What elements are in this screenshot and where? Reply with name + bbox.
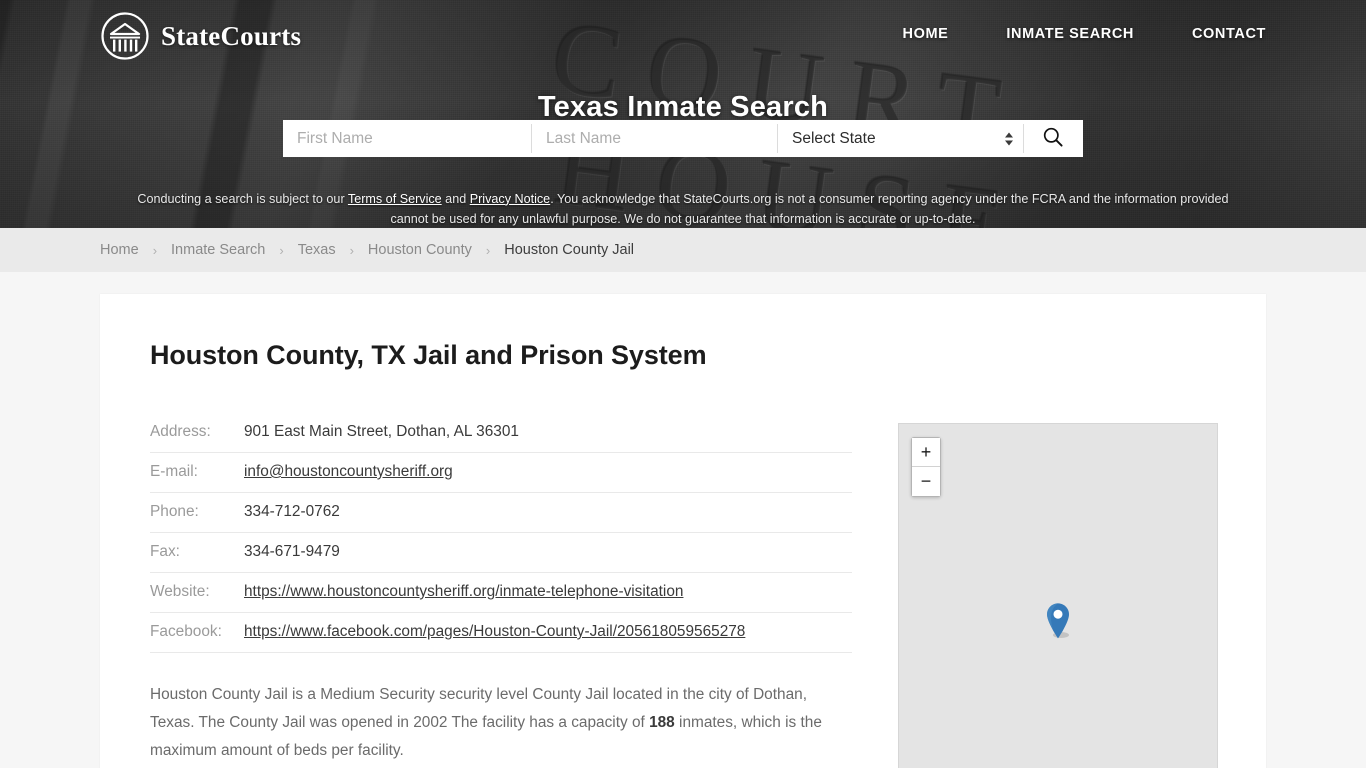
- website-link[interactable]: https://www.houstoncountysheriff.org/inm…: [244, 583, 683, 600]
- email-link[interactable]: info@houstoncountysheriff.org: [244, 463, 453, 480]
- detail-label-fax: Fax:: [150, 532, 244, 573]
- map-zoom-in-button[interactable]: +: [912, 438, 940, 467]
- table-row: Fax: 334-671-9479: [150, 532, 852, 573]
- nav-item-home[interactable]: HOME: [903, 26, 949, 42]
- detail-label-address: Address:: [150, 423, 244, 453]
- table-row: Facebook: https://www.facebook.com/pages…: [150, 612, 852, 653]
- breadcrumb-bar: Home › Inmate Search › Texas › Houston C…: [0, 228, 1366, 272]
- nav-item-inmate-search[interactable]: INMATE SEARCH: [1006, 26, 1134, 42]
- breadcrumb-item-current: Houston County Jail: [504, 242, 635, 258]
- detail-value-address: 901 East Main Street, Dothan, AL 36301: [244, 423, 852, 453]
- primary-navigation: HOME INMATE SEARCH CONTACT: [903, 26, 1266, 42]
- breadcrumb-separator: ›: [485, 242, 491, 258]
- detail-value-email: info@houstoncountysheriff.org: [244, 452, 852, 493]
- breadcrumb-item-inmate-search[interactable]: Inmate Search: [171, 242, 265, 258]
- terms-of-service-link[interactable]: Terms of Service: [348, 192, 442, 206]
- table-row: Website: https://www.houstoncountysherif…: [150, 572, 852, 613]
- state-select-wrapper: Select State: [778, 120, 1023, 157]
- map-pin-icon[interactable]: [1045, 602, 1071, 640]
- last-name-input[interactable]: [532, 120, 777, 157]
- location-map[interactable]: + −: [898, 423, 1218, 768]
- first-name-input[interactable]: [283, 120, 531, 157]
- search-disclaimer: Conducting a search is subject to our Te…: [120, 189, 1246, 228]
- detail-label-website: Website:: [150, 572, 244, 613]
- inmate-search-form: Select State: [283, 120, 1083, 157]
- detail-label-phone: Phone:: [150, 492, 244, 533]
- privacy-notice-link[interactable]: Privacy Notice: [470, 192, 550, 206]
- page-body: Houston County, TX Jail and Prison Syste…: [0, 272, 1366, 768]
- search-button[interactable]: [1024, 120, 1082, 157]
- map-zoom-controls: + −: [911, 437, 941, 497]
- disclaimer-part-2: and: [441, 191, 470, 206]
- table-row: E-mail: info@houstoncountysheriff.org: [150, 452, 852, 493]
- detail-label-email: E-mail:: [150, 452, 244, 493]
- detail-label-facebook: Facebook:: [150, 612, 244, 653]
- facebook-link[interactable]: https://www.facebook.com/pages/Houston-C…: [244, 623, 745, 640]
- breadcrumb-separator: ›: [152, 242, 158, 258]
- breadcrumb-item-home[interactable]: Home: [100, 242, 139, 258]
- breadcrumb-item-houston-county[interactable]: Houston County: [368, 242, 472, 258]
- courthouse-logo-icon: [100, 11, 150, 61]
- table-row: Phone: 334-712-0762: [150, 492, 852, 533]
- site-header: COURT HOUSE StateCourts HOME: [0, 0, 1366, 228]
- brand-name: StateCourts: [161, 20, 302, 51]
- breadcrumb-item-texas[interactable]: Texas: [298, 242, 336, 258]
- capacity-value: 188: [649, 714, 675, 731]
- breadcrumb-separator: ›: [279, 242, 284, 258]
- search-icon: [1042, 126, 1064, 151]
- facility-info-column: Address: 901 East Main Street, Dothan, A…: [150, 423, 852, 768]
- breadcrumb: Home › Inmate Search › Texas › Houston C…: [100, 242, 634, 258]
- detail-value-phone: 334-712-0762: [244, 492, 852, 533]
- nav-item-contact[interactable]: CONTACT: [1192, 26, 1266, 42]
- brand-logo[interactable]: StateCourts: [100, 11, 301, 61]
- disclaimer-part-1: Conducting a search is subject to our: [137, 191, 348, 206]
- table-row: Address: 901 East Main Street, Dothan, A…: [150, 423, 852, 453]
- facility-description: Houston County Jail is a Medium Security…: [150, 681, 850, 765]
- map-column: + −: [898, 423, 1218, 768]
- page-title: Houston County, TX Jail and Prison Syste…: [150, 340, 707, 370]
- detail-value-fax: 334-671-9479: [244, 532, 852, 573]
- state-select[interactable]: Select State: [778, 120, 1023, 157]
- detail-value-website: https://www.houstoncountysheriff.org/inm…: [244, 572, 852, 613]
- content-card: Houston County, TX Jail and Prison Syste…: [100, 294, 1266, 768]
- detail-value-facebook: https://www.facebook.com/pages/Houston-C…: [244, 612, 852, 653]
- facility-details-table: Address: 901 East Main Street, Dothan, A…: [150, 423, 852, 653]
- map-zoom-out-button[interactable]: −: [912, 467, 940, 496]
- breadcrumb-separator: ›: [349, 242, 354, 258]
